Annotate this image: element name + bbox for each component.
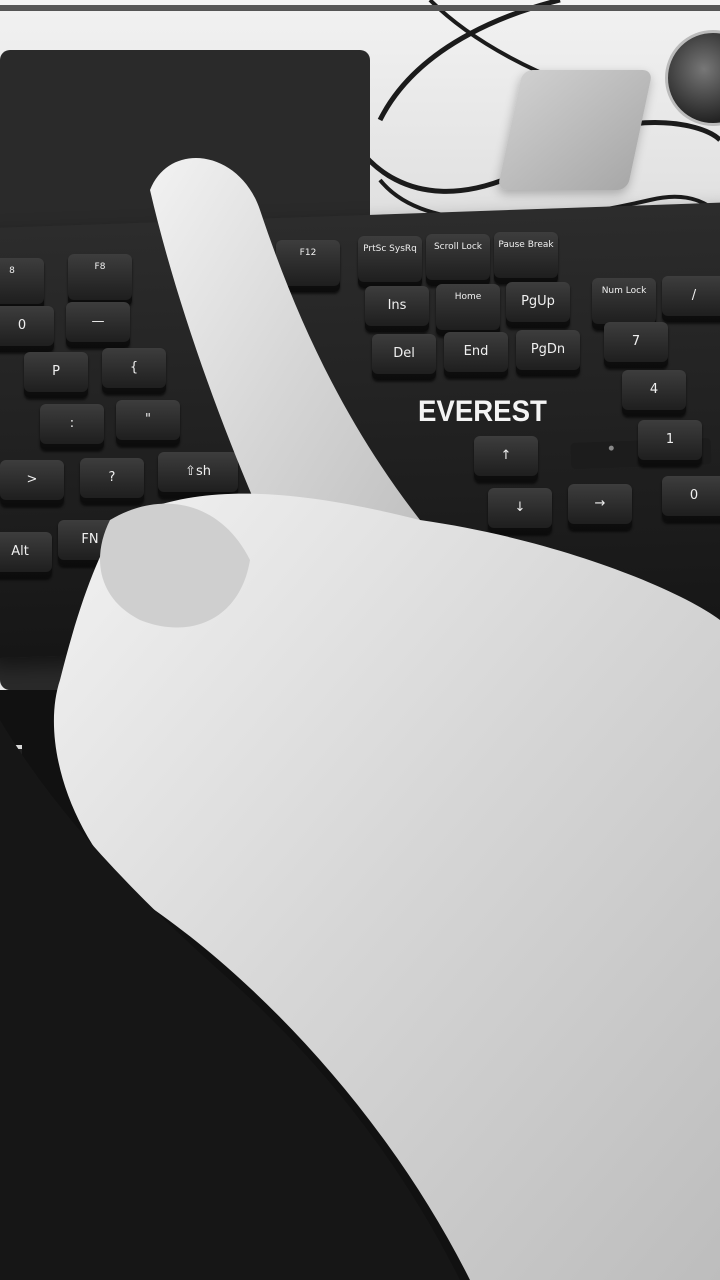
pointing-hand xyxy=(0,157,720,1280)
photo-scene: 8 F8 F12 PrtSc SysRq Scroll Lock Pause B… xyxy=(0,0,720,1280)
